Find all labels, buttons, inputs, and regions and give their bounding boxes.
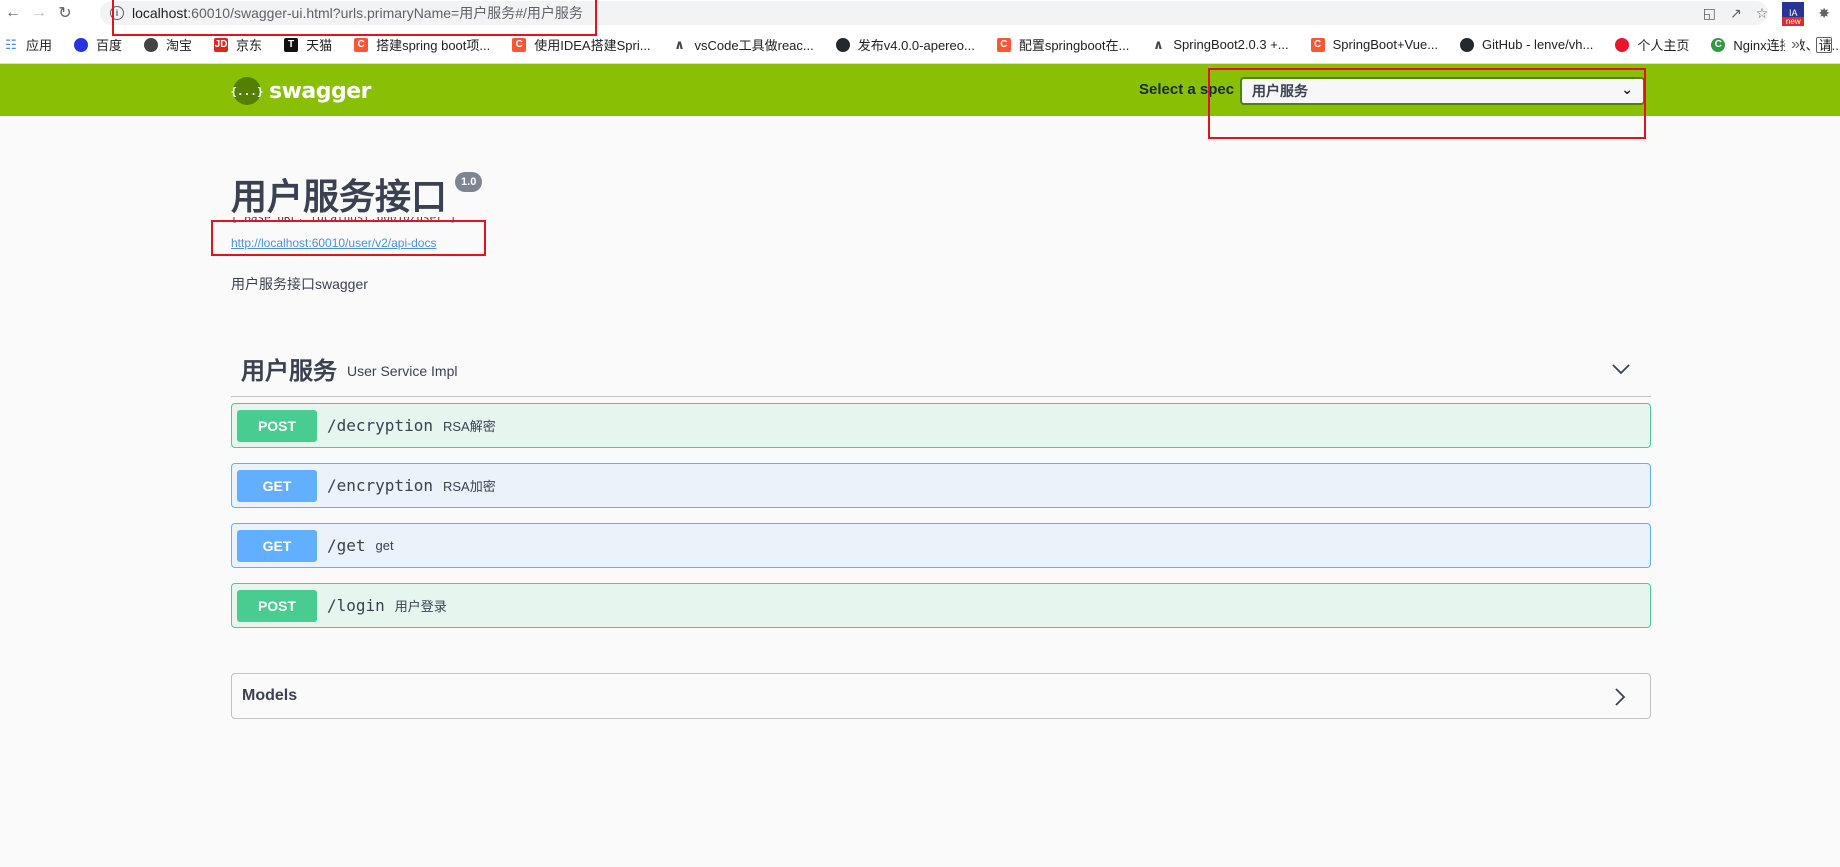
chevron-down-icon[interactable] bbox=[1611, 359, 1631, 379]
bookmark-item[interactable]: JD 京东 bbox=[214, 35, 262, 54]
bookmark-item[interactable]: GitHub - lenve/vh... bbox=[1460, 37, 1593, 52]
bookmark-item[interactable]: C 配置springboot在... bbox=[996, 35, 1130, 54]
bookmark-label: 个人主页 bbox=[1637, 38, 1690, 53]
jd-icon: JD bbox=[214, 37, 229, 52]
bookmark-item[interactable]: 百度 bbox=[74, 35, 122, 54]
operation-login[interactable]: POST /login 用户登录 bbox=[231, 583, 1651, 628]
swagger-logo[interactable]: {...} swagger bbox=[230, 77, 372, 105]
bookmark-label: GitHub - lenve/vh... bbox=[1482, 37, 1594, 52]
method-badge: GET bbox=[237, 529, 317, 562]
tag-description: User Service Impl bbox=[347, 362, 458, 379]
operation-path: /encryption bbox=[327, 476, 433, 495]
extensions-puzzle-icon[interactable]: ✸ bbox=[1818, 5, 1830, 22]
bookmark-item[interactable]: ∧ SpringBoot2.0.3 +... bbox=[1151, 36, 1289, 53]
tag-section-header[interactable]: 用户服务 User Service Impl bbox=[231, 341, 1651, 397]
csdn-icon: C bbox=[996, 37, 1011, 52]
page-title: 用户服务接口 1.0 bbox=[231, 168, 483, 220]
annotation-box-spec bbox=[1208, 68, 1646, 139]
bookmark-item[interactable]: C 使用IDEA搭建Spri... bbox=[512, 35, 651, 54]
annotation-box-url bbox=[112, 0, 597, 36]
reading-list-icon[interactable] bbox=[1816, 37, 1832, 53]
bookmark-label: 京东 bbox=[236, 38, 263, 53]
operation-path: /login bbox=[327, 596, 385, 615]
operation-get[interactable]: GET /get get bbox=[231, 523, 1651, 568]
bookmark-item[interactable]: C SpringBoot+Vue... bbox=[1310, 37, 1439, 52]
operation-decryption[interactable]: POST /decryption RSA解密 bbox=[231, 403, 1651, 448]
github-icon bbox=[835, 37, 850, 52]
models-section[interactable]: Models bbox=[231, 673, 1651, 719]
bookmark-label: 发布v4.0.0-apereo... bbox=[857, 38, 975, 53]
method-badge: POST bbox=[237, 409, 317, 442]
bookmark-star-icon[interactable]: ☆ bbox=[1756, 5, 1769, 22]
share-icon[interactable]: ↗ bbox=[1730, 5, 1742, 22]
csdn-icon: C bbox=[1310, 37, 1325, 52]
nginx-icon: C bbox=[1711, 37, 1726, 52]
bookmark-item[interactable]: C 搭建spring boot项... bbox=[354, 35, 490, 54]
method-badge: POST bbox=[237, 589, 317, 622]
models-title: Models bbox=[242, 687, 298, 704]
taobao-icon bbox=[144, 37, 159, 52]
swagger-logo-text: swagger bbox=[269, 78, 372, 104]
weibo-icon bbox=[1615, 37, 1630, 52]
reload-icon[interactable]: ↻ bbox=[52, 0, 78, 26]
operation-path: /get bbox=[327, 536, 366, 555]
bookmark-item[interactable]: 淘宝 bbox=[144, 35, 192, 54]
api-description: 用户服务接口swagger bbox=[231, 276, 368, 292]
method-badge: GET bbox=[237, 469, 317, 502]
bookmark-label: vsCode工具做reac... bbox=[694, 38, 814, 53]
annotation-box-api-docs bbox=[211, 220, 486, 256]
baidu-icon bbox=[74, 37, 89, 52]
bookmark-label: 搭建spring boot项... bbox=[376, 38, 491, 53]
vue-icon: ∧ bbox=[674, 36, 685, 52]
bookmark-label: 应用 bbox=[26, 38, 53, 53]
bookmarks-overflow-icon[interactable]: » bbox=[1785, 26, 1800, 63]
bookmark-label: SpringBoot2.0.3 +... bbox=[1173, 37, 1289, 52]
bookmark-item[interactable]: 个人主页 bbox=[1615, 35, 1689, 54]
operation-summary: RSA加密 bbox=[442, 479, 496, 494]
apps-grid-icon: ☷ bbox=[5, 36, 17, 52]
api-title: 用户服务接口 bbox=[231, 176, 448, 217]
forward-arrow-icon[interactable]: → bbox=[26, 0, 52, 26]
vue-icon: ∧ bbox=[1153, 36, 1164, 52]
bookmark-label: 使用IDEA搭建Spri... bbox=[534, 38, 651, 53]
csdn-icon: C bbox=[512, 37, 527, 52]
bookmark-label: 天猫 bbox=[306, 38, 333, 53]
extension-icon[interactable]: IA bbox=[1782, 2, 1805, 26]
browser-actions: ◱ ↗ ☆ IA ✸ bbox=[1703, 0, 1830, 26]
operation-path: /decryption bbox=[327, 416, 433, 435]
bookmark-item[interactable]: 发布v4.0.0-apereo... bbox=[835, 35, 975, 54]
tmall-icon: T bbox=[284, 37, 299, 52]
tag-name: 用户服务 bbox=[241, 358, 337, 385]
github-icon bbox=[1460, 37, 1475, 52]
translate-icon[interactable]: ◱ bbox=[1703, 5, 1716, 22]
bookmark-label: SpringBoot+Vue... bbox=[1332, 37, 1439, 52]
bookmark-item[interactable]: T 天猫 bbox=[284, 35, 332, 54]
back-arrow-icon[interactable]: ← bbox=[0, 0, 26, 26]
bookmark-label: 配置springboot在... bbox=[1018, 38, 1130, 53]
bookmark-item[interactable]: ∧ vsCode工具做reac... bbox=[673, 35, 814, 54]
bookmark-label: 百度 bbox=[96, 38, 123, 53]
chevron-right-icon[interactable] bbox=[1610, 687, 1630, 707]
operation-summary: RSA解密 bbox=[442, 419, 496, 434]
operation-summary: 用户登录 bbox=[394, 599, 447, 614]
bookmark-item[interactable]: ☷ 应用 bbox=[4, 35, 52, 54]
bookmark-label: 淘宝 bbox=[166, 38, 193, 53]
csdn-icon: C bbox=[354, 37, 369, 52]
operation-encryption[interactable]: GET /encryption RSA加密 bbox=[231, 463, 1651, 508]
version-badge: 1.0 bbox=[455, 172, 483, 192]
operation-summary: get bbox=[375, 538, 394, 553]
swagger-logo-icon: {...} bbox=[230, 77, 264, 105]
